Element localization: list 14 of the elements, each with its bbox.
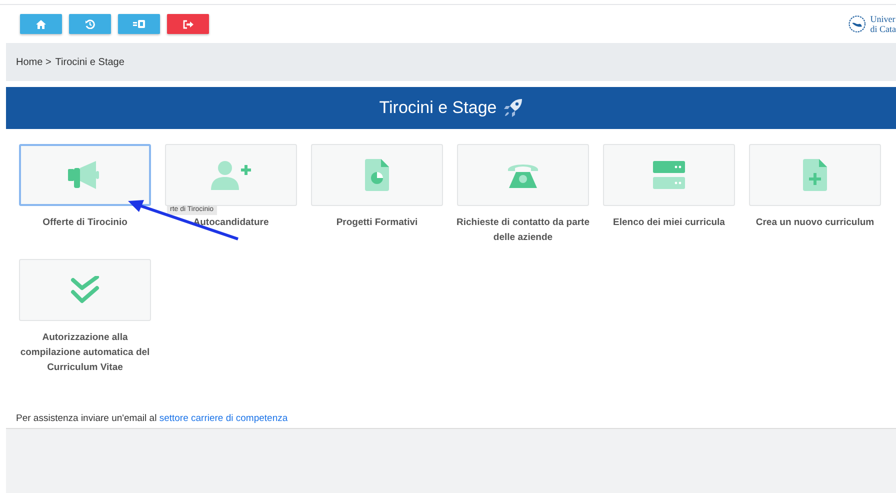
help-text: Per assistenza inviare un'email al settore carriere di competenza (16, 413, 289, 424)
logo-text: Univer (870, 14, 896, 24)
breadcrumb-item: Tirocini e Stage (55, 56, 124, 68)
page-title: Tirocini e Stage (379, 98, 497, 118)
tile-label[interactable]: Richieste di contatto da parte delle aziende (453, 215, 593, 245)
tile-label[interactable]: Offerte di Tirocinio (15, 215, 155, 230)
tile-label[interactable]: Autorizzazione alla compilazione automatica del Curriculum Vitae (15, 330, 155, 375)
breadcrumb-item[interactable]: Home > (16, 56, 52, 68)
tile-label[interactable]: Crea un nuovo curriculum (745, 215, 885, 230)
tile-label[interactable]: Autocandidature (161, 215, 301, 230)
tile-label[interactable]: Elenco dei miei curricula (599, 215, 739, 230)
logo-text: di Cata (870, 24, 896, 34)
tile-label[interactable]: Progetti Formativi (307, 215, 447, 230)
help-link[interactable]: settore carriere di competenza (159, 413, 288, 424)
